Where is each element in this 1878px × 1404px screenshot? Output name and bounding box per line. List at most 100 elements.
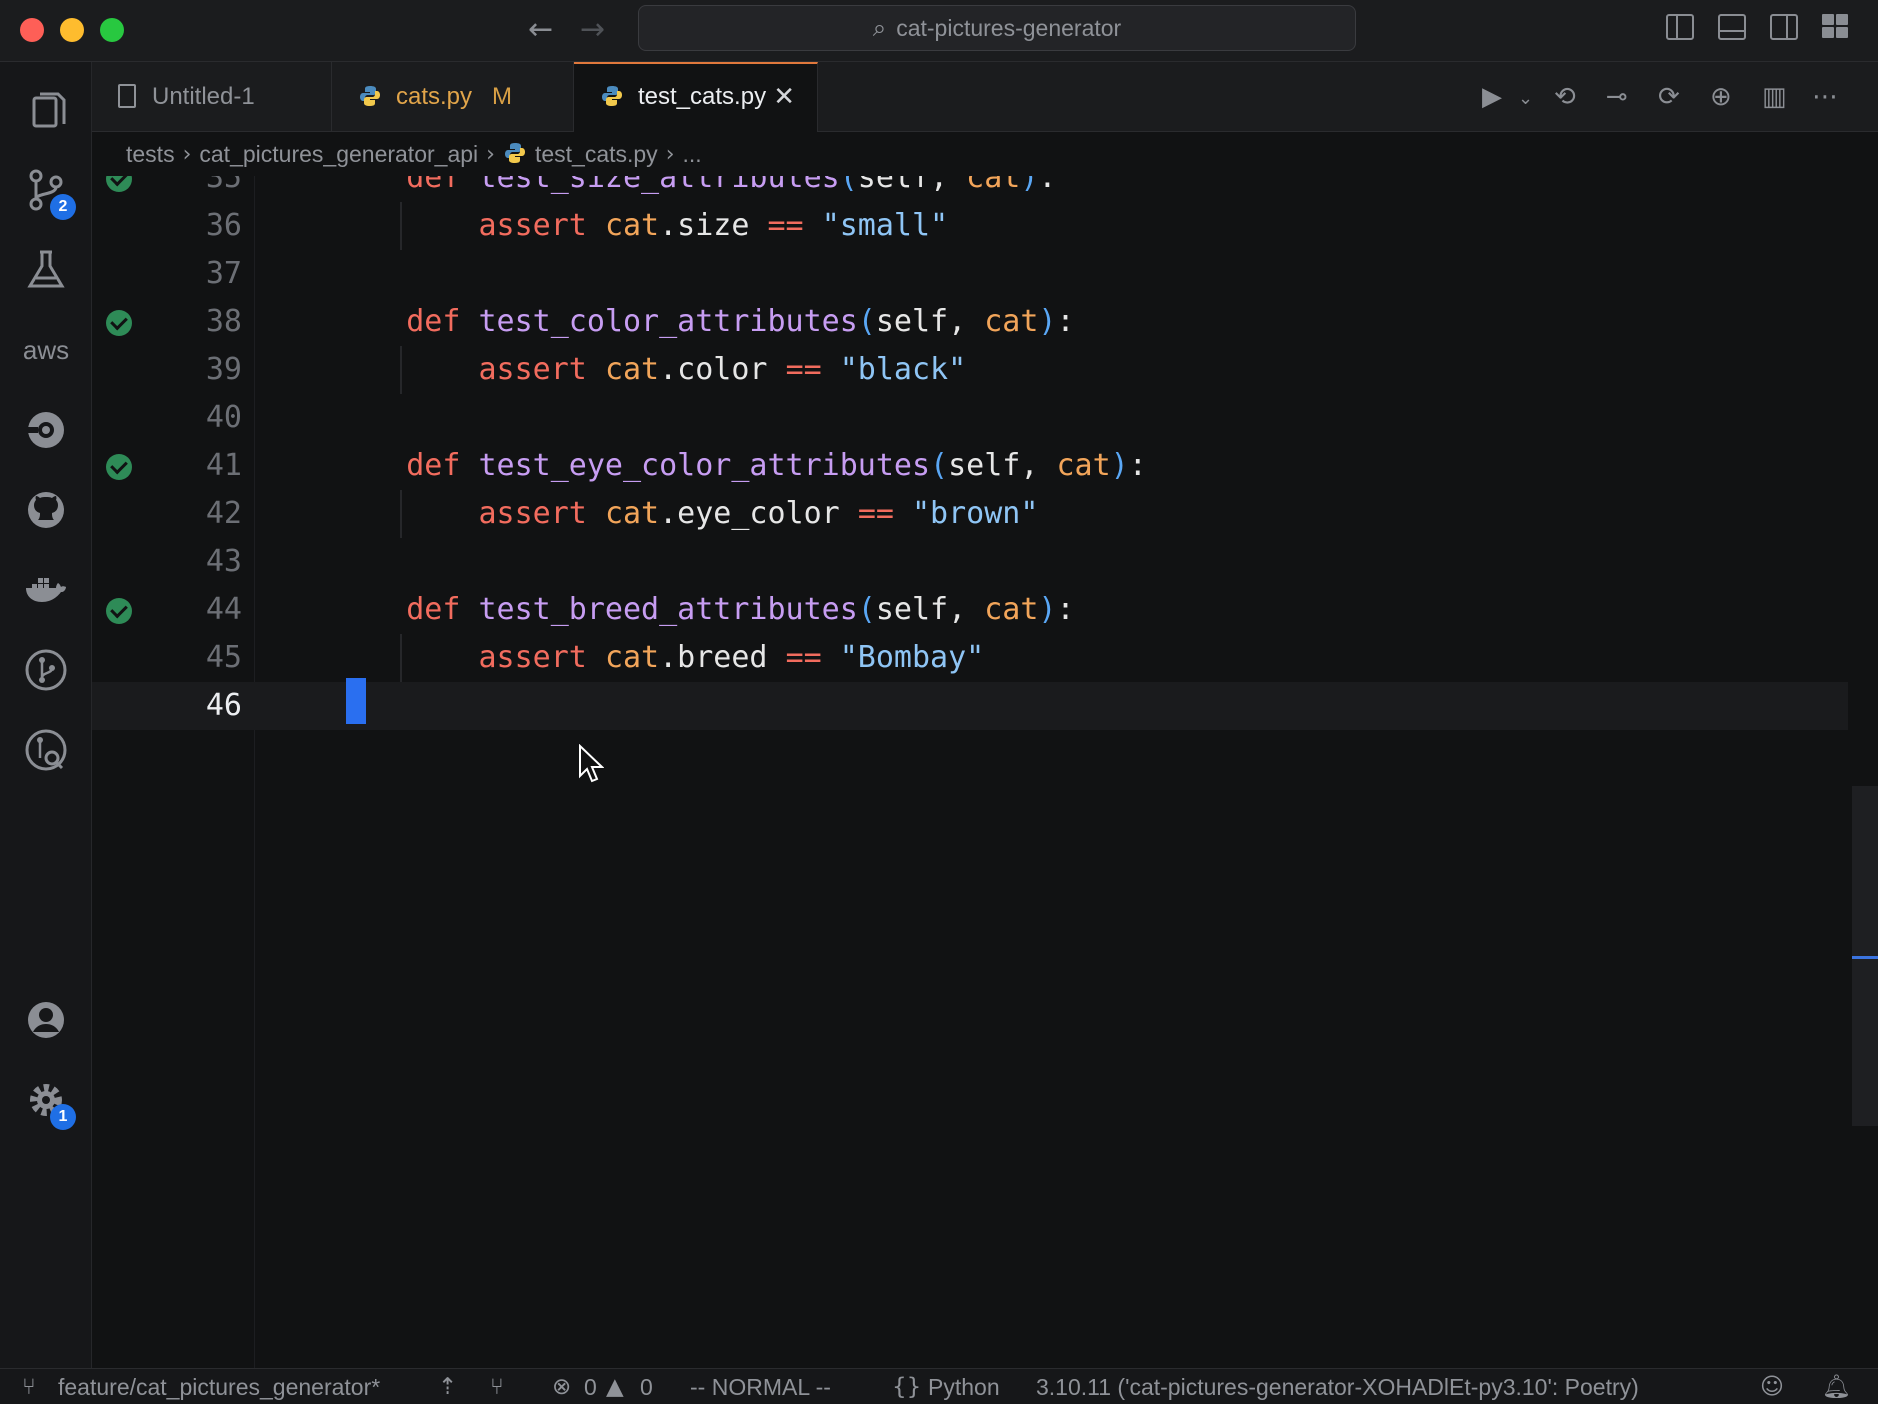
back-arrow-icon[interactable]: ← [528, 12, 553, 47]
gitlens-inspect-icon[interactable] [22, 726, 70, 774]
code-line[interactable]: 36 assert cat.size == "small" [92, 202, 1848, 250]
tab-cats-py[interactable]: cats.py M [332, 62, 574, 132]
code-line[interactable]: 45 assert cat.breed == "Bombay" [92, 634, 1848, 682]
code-text: def test_breed_attributes(self, cat): [406, 592, 1075, 627]
test-passed-icon[interactable] [106, 176, 132, 192]
function-name: test_size_attributes [478, 176, 840, 195]
command-center-search[interactable]: ⌕ cat-pictures-generator [638, 5, 1356, 51]
code-line[interactable]: 37 [92, 250, 1848, 298]
test-passed-icon[interactable] [106, 598, 132, 624]
settings-badge: 1 [50, 1104, 76, 1130]
braces-icon[interactable]: {} [892, 1369, 921, 1404]
gitlens-status-icon[interactable]: ⑂ [490, 1369, 504, 1404]
toggle-secondary-sidebar-icon[interactable] [1770, 14, 1798, 40]
open-changes-next-icon[interactable]: ⟳ [1658, 82, 1680, 112]
window-close-button[interactable] [20, 18, 44, 42]
warning-icon[interactable]: ▲ [606, 1369, 624, 1404]
code-line[interactable]: 41 def test_eye_color_attributes(self, c… [92, 442, 1848, 490]
keyword-assert: assert [478, 352, 587, 387]
block-cursor [346, 678, 366, 724]
paren-open: ( [857, 304, 876, 339]
line-number: 39 [205, 352, 242, 387]
warning-count[interactable]: 0 [640, 1369, 653, 1404]
timeline-commit-icon[interactable]: ⊸ [1606, 82, 1628, 112]
testing-flask-icon[interactable] [22, 246, 70, 294]
code-line[interactable]: 44 def test_breed_attributes(self, cat): [92, 586, 1848, 634]
line-number: 35 [205, 176, 242, 195]
split-editor-icon[interactable]: ▥ [1762, 82, 1787, 112]
aws-toolkit-icon[interactable]: aws [22, 326, 70, 374]
copilot-icon[interactable]: ☺ [1760, 1369, 1784, 1404]
python-icon [504, 143, 525, 163]
open-changes-previous-icon[interactable]: ⟲ [1554, 82, 1576, 112]
toggle-panel-icon[interactable] [1718, 14, 1746, 40]
paren-open: ( [839, 176, 858, 195]
breadcrumb-folder[interactable]: tests [126, 141, 175, 168]
line-number: 37 [205, 256, 242, 291]
tab-test-cats-py[interactable]: test_cats.py ✕ [574, 62, 818, 132]
forward-arrow-icon[interactable]: → [580, 12, 605, 47]
source-control-icon[interactable]: 2 [22, 166, 76, 220]
publish-icon[interactable]: ⇡ [438, 1369, 457, 1404]
language-mode[interactable]: Python [928, 1369, 1000, 1404]
code-line[interactable]: 39 assert cat.color == "black" [92, 346, 1848, 394]
test-passed-icon[interactable] [106, 454, 132, 480]
code-line[interactable]: 42 assert cat.eye_color == "brown" [92, 490, 1848, 538]
chevron-right-icon: › [182, 142, 192, 168]
error-count[interactable]: 0 [584, 1369, 597, 1404]
tab-label: test_cats.py [638, 83, 767, 110]
param-cat: cat [984, 592, 1039, 627]
keyword-assert: assert [478, 640, 587, 675]
search-text: cat-pictures-generator [896, 15, 1122, 41]
more-actions-icon[interactable]: ⋯ [1812, 82, 1838, 112]
python-interpreter[interactable]: 3.10.11 ('cat-pictures-generator-XOHADlE… [1036, 1369, 1639, 1404]
error-icon[interactable]: ⊗ [552, 1369, 571, 1404]
github-icon[interactable] [22, 486, 70, 534]
window-maximize-button[interactable] [100, 18, 124, 42]
code-editor[interactable]: 35 def test_size_attributes(self, cat): 3… [92, 176, 1878, 1368]
line-number: 38 [205, 304, 242, 339]
close-tab-icon[interactable]: ✕ [773, 64, 795, 130]
keyword-def: def [406, 592, 461, 627]
param-self: self [875, 592, 949, 627]
paren-open: ( [930, 448, 949, 483]
paren-close: ) [1110, 448, 1129, 483]
modified-indicator: M [492, 83, 513, 110]
python-icon [602, 86, 622, 106]
line-number: 43 [205, 544, 242, 579]
equality-operator: == [857, 496, 894, 531]
window-minimize-button[interactable] [60, 18, 84, 42]
accounts-icon[interactable] [22, 996, 70, 1044]
code-line[interactable]: 40 [92, 394, 1848, 442]
notifications-bell-icon[interactable]: 🔔︎ [1822, 1369, 1851, 1404]
code-line[interactable]: 38 def test_color_attributes(self, cat): [92, 298, 1848, 346]
run-dropdown-chevron-icon[interactable]: ⌄ [1518, 88, 1533, 109]
test-passed-icon[interactable] [106, 310, 132, 336]
variable-cat: cat [604, 496, 660, 531]
toggle-primary-sidebar-icon[interactable] [1666, 14, 1694, 40]
customize-layout-icon[interactable] [1822, 14, 1850, 40]
run-python-file-icon[interactable]: ▶ [1482, 82, 1502, 112]
keyword-def: def [406, 176, 461, 195]
code-text: assert cat.size == "small" [334, 202, 949, 250]
code-line[interactable]: 35 def test_size_attributes(self, cat): [92, 176, 1848, 202]
circleci-icon[interactable] [22, 406, 70, 454]
tab-untitled-1[interactable]: Untitled-1 [92, 62, 332, 132]
breadcrumb-package[interactable]: cat_pictures_generator_api [199, 141, 478, 168]
gitlens-icon[interactable] [22, 646, 70, 694]
breadcrumb-file[interactable]: test_cats.py [535, 141, 658, 168]
docker-icon[interactable] [22, 566, 70, 614]
equality-operator: == [767, 208, 804, 243]
branch-name[interactable]: feature/cat_pictures_generator* [58, 1369, 380, 1404]
variable-cat: cat [604, 352, 660, 387]
keyword-def: def [406, 304, 461, 339]
gitlens-commit-graph-icon[interactable]: ⊕ [1710, 82, 1732, 112]
breadcrumb-more[interactable]: ... [683, 141, 702, 168]
variable-cat: cat [604, 208, 660, 243]
explorer-icon[interactable] [22, 86, 70, 134]
breadcrumb: tests › cat_pictures_generator_api › test_ca… [126, 140, 702, 176]
chevron-right-icon: › [486, 142, 495, 168]
manage-gear-icon[interactable]: 1 [22, 1076, 76, 1130]
branch-icon: ⑂ [22, 1374, 36, 1400]
code-line[interactable]: 43 [92, 538, 1848, 586]
